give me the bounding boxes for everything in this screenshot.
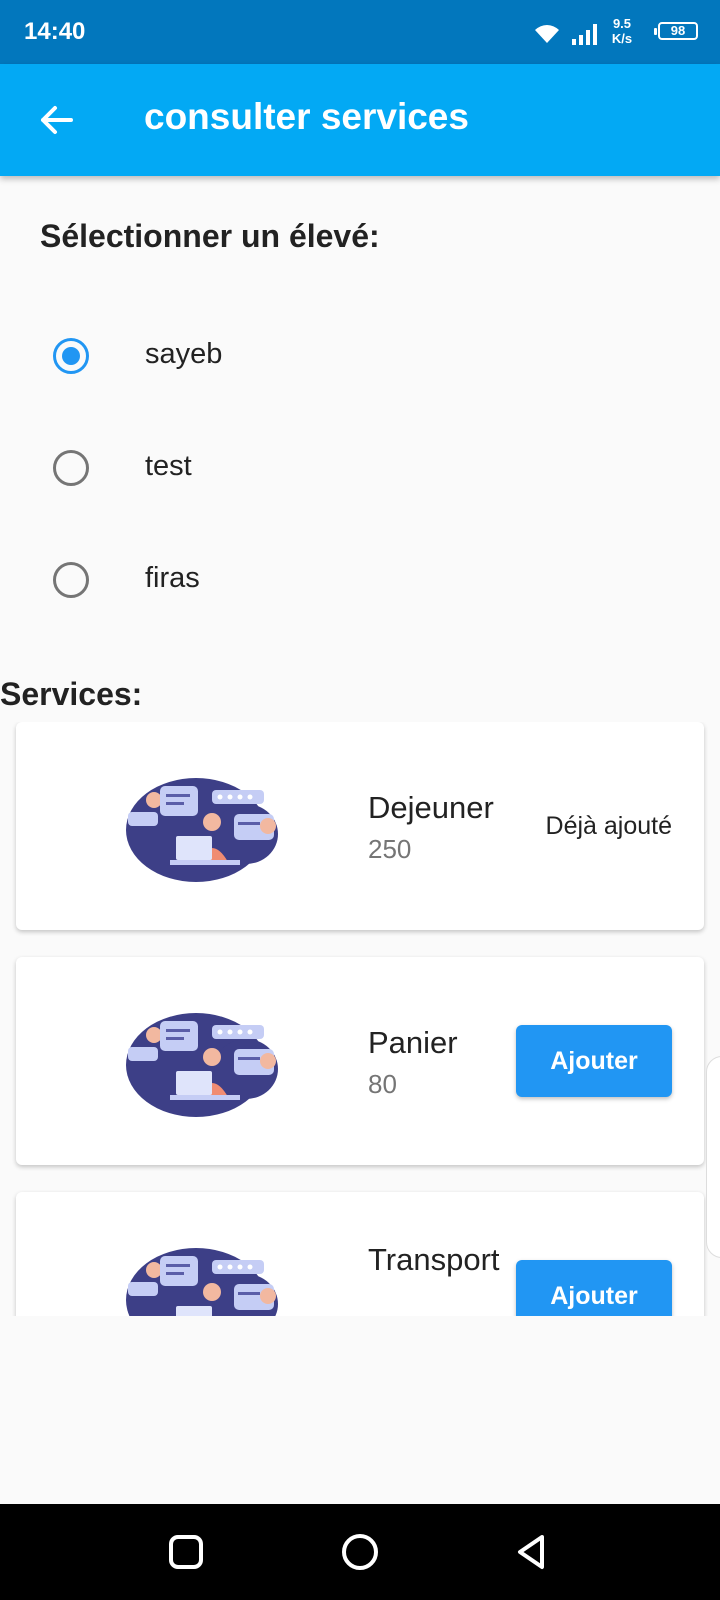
radio-button[interactable]	[53, 562, 89, 598]
services-list[interactable]: Dejeuner 250 Déjà ajouté Panier 80 Ajout…	[0, 722, 720, 1316]
status-time: 14:40	[24, 18, 86, 45]
radio-button[interactable]	[53, 450, 89, 486]
scroll-edge-indicator	[706, 1056, 720, 1258]
signal-icon	[572, 24, 597, 45]
radio-label: test	[145, 450, 192, 482]
square-icon[interactable]	[166, 1532, 206, 1572]
radio-item-firas[interactable]: firas	[0, 524, 720, 636]
arrow-left-icon	[41, 106, 73, 134]
radio-label: firas	[145, 562, 200, 594]
add-service-button[interactable]: Ajouter	[516, 1260, 672, 1316]
student-radio-list: sayeb test firas	[0, 300, 720, 636]
triangle-back-icon[interactable]	[512, 1532, 552, 1572]
status-icons: 9.5 K/s 98	[498, 14, 698, 50]
network-speed: 9.5 K/s	[611, 16, 633, 46]
customer-support-illustration	[126, 1013, 278, 1117]
radio-label: sayeb	[145, 338, 223, 370]
select-student-title: Sélectionner un élevé:	[40, 218, 380, 254]
service-name: Transport	[368, 1242, 500, 1277]
back-button[interactable]	[30, 94, 82, 146]
service-name: Dejeuner	[368, 790, 494, 825]
customer-support-illustration	[126, 778, 278, 882]
customer-support-illustration	[126, 1248, 278, 1316]
radio-item-sayeb[interactable]: sayeb	[0, 300, 720, 412]
page-title: consulter services	[144, 96, 469, 137]
already-added-label: Déjà ajouté	[545, 812, 672, 840]
circle-icon[interactable]	[340, 1532, 380, 1572]
app-bar: consulter services	[0, 64, 720, 176]
service-card: Transport Ajouter	[16, 1192, 704, 1316]
navigation-bar	[0, 1504, 720, 1600]
status-bar: 14:40 9.5 K/s 98	[0, 0, 720, 64]
radio-item-test[interactable]: test	[0, 412, 720, 524]
radio-button-selected[interactable]	[53, 338, 89, 374]
services-title: Services:	[0, 676, 143, 712]
wifi-icon	[535, 25, 559, 43]
battery-icon: 98	[654, 22, 698, 40]
add-service-button[interactable]: Ajouter	[516, 1025, 672, 1097]
service-price: 250	[368, 834, 412, 864]
service-price: 80	[368, 1069, 397, 1099]
service-card: Dejeuner 250 Déjà ajouté	[16, 722, 704, 930]
service-name: Panier	[368, 1025, 458, 1060]
service-card: Panier 80 Ajouter	[16, 957, 704, 1165]
